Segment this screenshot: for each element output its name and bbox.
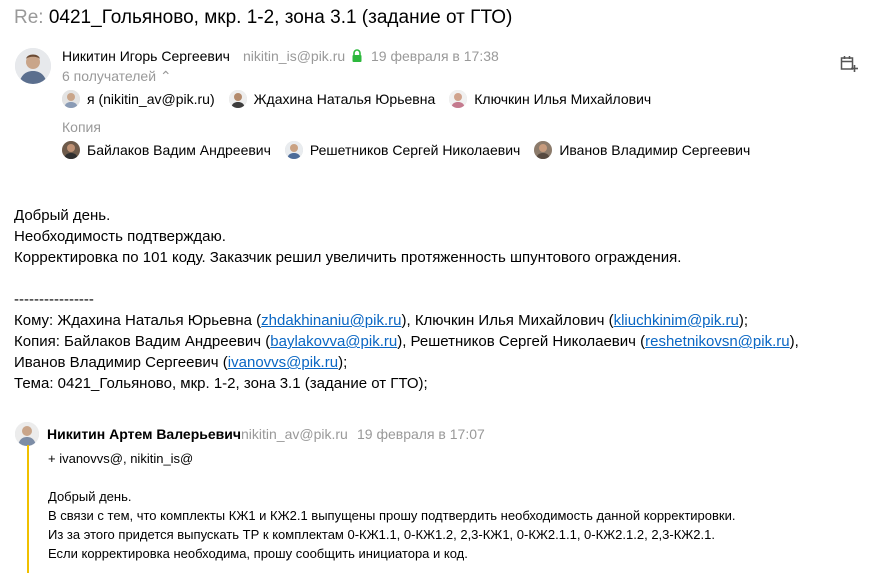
quoted-line: В связи с тем, что комплекты КЖ1 и КЖ2.1…	[48, 508, 736, 523]
avatar	[534, 141, 553, 159]
quoted-sender-name[interactable]: Никитин Артем Валерьевич	[47, 426, 241, 442]
recipients-toggle[interactable]: 6 получателей ⌃	[62, 68, 172, 85]
lock-icon	[351, 49, 363, 62]
sender-name[interactable]: Никитин Игорь Сергеевич	[62, 48, 230, 64]
forward-cc-line-2: Иванов Владимир Сергеевич (ivanovvs@pik.…	[14, 352, 799, 373]
to-recipients: я (nikitin_av@pik.ru) Ждахина Наталья Юр…	[62, 90, 665, 108]
recipient-chip[interactable]: Решетников Сергей Николаевич	[284, 141, 521, 159]
email-link[interactable]: ivanovvs@pik.ru	[228, 354, 338, 371]
cc-recipients: Байлаков Вадим Андреевич Решетников Серг…	[62, 141, 764, 159]
quoted-date: 19 февраля в 17:07	[357, 426, 485, 442]
forward-to-line: Кому: Ждахина Наталья Юрьевна (zhdakhina…	[14, 310, 799, 331]
text: Копия: Байлаков Вадим Андреевич (	[14, 333, 271, 350]
body-line: Добрый день.	[14, 207, 111, 224]
text: ), Решетников Сергей Николаевич (	[397, 333, 646, 350]
recipient-chip[interactable]: я (nikitin_av@pik.ru)	[62, 90, 215, 108]
text: Кому: Ждахина Наталья Юрьевна (	[14, 312, 262, 329]
text: ),	[789, 333, 799, 350]
sender-email[interactable]: nikitin_is@pik.ru	[243, 48, 345, 64]
body-separator: ----------------	[14, 291, 94, 308]
recipient-chip[interactable]: Ключкин Илья Михайлович	[449, 90, 651, 108]
recipient-label: Ключкин Илья Михайлович	[474, 91, 652, 107]
recipient-label: Байлаков Вадим Андреевич	[87, 142, 271, 158]
recipient-chip[interactable]: Иванов Владимир Сергеевич	[534, 141, 750, 159]
recipient-label: Иванов Владимир Сергеевич	[559, 142, 751, 158]
recipient-label: Ждахина Наталья Юрьевна	[253, 91, 436, 107]
quoted-line: Если корректировка необходима, прошу соо…	[48, 546, 468, 561]
calendar-add-icon[interactable]	[840, 55, 858, 73]
avatar	[228, 90, 247, 108]
copy-label: Копия	[62, 119, 101, 135]
avatar	[62, 141, 80, 159]
email-link[interactable]: kliuchkinim@pik.ru	[614, 312, 739, 329]
message-body: Добрый день. Необходимость подтверждаю. …	[14, 205, 799, 394]
quoted-line: Из за этого придется выпускать ТР к комп…	[48, 527, 715, 542]
recipient-label: я (nikitin_av@pik.ru)	[87, 91, 215, 107]
quoted-line: + ivanovvs@, nikitin_is@	[48, 451, 194, 466]
text: ), Ключкин Илья Михайлович (	[401, 312, 614, 329]
subject-title: 0421_Гольяново, мкр. 1-2, зона 3.1 (зада…	[48, 7, 513, 28]
quoted-body: + ivanovvs@, nikitin_is@ Добрый день. В …	[48, 449, 736, 563]
avatar	[62, 90, 80, 108]
email-link[interactable]: baylakovva@pik.ru	[270, 333, 397, 350]
sender-date: 19 февраля в 17:38	[371, 48, 499, 64]
text: );	[338, 354, 348, 371]
email-link[interactable]: reshetnikovsn@pik.ru	[645, 333, 789, 350]
sender-avatar[interactable]	[15, 48, 51, 84]
message-subject: Re: 0421_Гольяново, мкр. 1-2, зона 3.1 (…	[14, 7, 512, 29]
quoted-sender-avatar[interactable]	[15, 422, 39, 446]
text: );	[738, 312, 749, 329]
text: Иванов Владимир Сергеевич (	[14, 354, 228, 371]
avatar	[449, 90, 468, 108]
quoted-sender-email[interactable]: nikitin_av@pik.ru	[241, 426, 348, 442]
forward-subject-line: Тема: 0421_Гольяново, мкр. 1-2, зона 3.1…	[14, 375, 428, 392]
recipient-label: Решетников Сергей Николаевич	[309, 142, 521, 158]
recipient-chip[interactable]: Ждахина Наталья Юрьевна	[228, 90, 436, 108]
avatar	[284, 141, 303, 159]
reply-prefix: Re:	[14, 7, 44, 28]
recipient-chip[interactable]: Байлаков Вадим Андреевич	[62, 141, 271, 159]
forward-cc-line: Копия: Байлаков Вадим Андреевич (baylako…	[14, 331, 799, 352]
quoted-line: Добрый день.	[48, 489, 132, 504]
quote-bar	[27, 445, 29, 573]
body-line: Корректировка по 101 коду. Заказчик реши…	[14, 249, 682, 266]
email-link[interactable]: zhdakhinaniu@pik.ru	[261, 312, 401, 329]
body-line: Необходимость подтверждаю.	[14, 228, 226, 245]
